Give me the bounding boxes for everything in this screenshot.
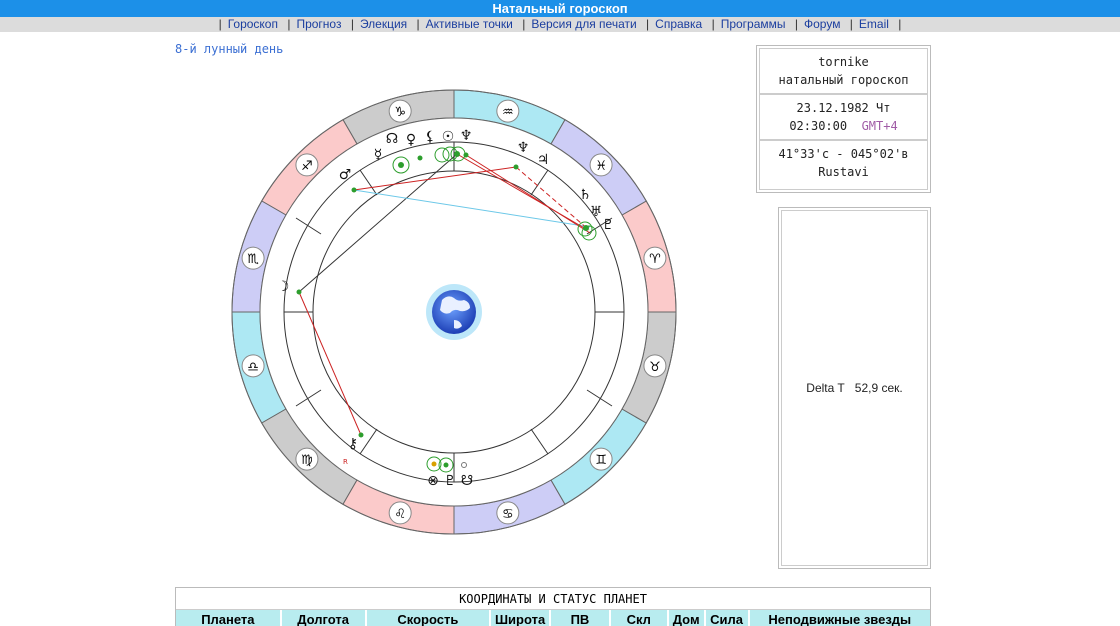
mercury-icon: ☿ — [374, 147, 383, 163]
aries-icon: ♈ — [649, 252, 661, 267]
south-node-icon: ☋ — [461, 473, 473, 489]
header-fixed-stars: Неподвижные звезды — [768, 612, 912, 626]
libra-icon: ♎ — [247, 360, 259, 375]
lilith-icon: ⚸ — [425, 129, 435, 145]
delta-t-box: Delta T 52,9 сек. — [778, 207, 931, 569]
uranus-icon: ♅ — [590, 204, 603, 220]
retrograde-marker: R — [343, 458, 348, 466]
menu-item-print-version[interactable]: Версия для печати — [531, 17, 636, 31]
chiron-icon: ⚷ — [348, 436, 358, 452]
menu-item-forecast[interactable]: Прогноз — [296, 17, 341, 31]
leo-icon: ♌ — [394, 507, 406, 522]
pluto-icon: ♇ — [602, 217, 615, 233]
menu-item-election[interactable]: Элекция — [360, 17, 407, 31]
main-menu: | Гороскоп | Прогноз | Элекция | Активные то… — [0, 17, 1120, 32]
gemini-icon: ♊ — [595, 453, 607, 468]
aquarius-icon: ♒ — [502, 105, 514, 120]
chart-info-box: tornike натальный гороскоп 23.12.1982 Чт… — [756, 45, 931, 193]
header-latitude: Широта — [491, 610, 552, 626]
natal-chart-wheel: ♒ ♑ ♐ ♏ ♎ ♍ ♌ ♋ ♊ ♉ ♈ ♓ ♇♅♄♃☿ ♆☉⚸♀ ♆☊♂☽⚷⊗ ♇ ☋R — [231, 89, 677, 535]
planet-coordinates-table: КООРДИНАТЫ И СТАТУС ПЛАНЕТ Планета Долго… — [175, 587, 931, 626]
north-node-icon: ☊ — [386, 131, 398, 147]
header-pv: ПВ — [551, 610, 611, 626]
lunar-day-label: 8-й лунный день — [175, 42, 284, 56]
menu-item-programs[interactable]: Программы — [721, 17, 786, 31]
birth-time: 02:30:00 — [789, 119, 848, 133]
mars-icon: ♂ — [339, 167, 352, 183]
selena-icon: ♆ — [460, 128, 473, 144]
delta-t-value: 52,9 сек. — [854, 381, 903, 395]
timezone: GMT+4 — [861, 119, 898, 133]
taurus-icon: ♉ — [649, 360, 661, 375]
neptune-icon: ♆ — [517, 140, 530, 156]
menu-item-horoscope[interactable]: Гороскоп — [228, 17, 278, 31]
moon-icon: ☽ — [277, 279, 290, 295]
menu-item-email[interactable]: Email — [859, 17, 889, 31]
saturn-icon: ♄ — [579, 187, 592, 203]
birth-coordinates: 41°33'с - 045°02'в — [778, 147, 909, 161]
table-caption: КООРДИНАТЫ И СТАТУС ПЛАНЕТ — [176, 588, 930, 610]
menu-item-active-points[interactable]: Активные точки — [426, 17, 513, 31]
cancer-icon: ♋ — [502, 507, 514, 522]
capricorn-icon: ♑ — [394, 105, 406, 120]
menu-item-forum[interactable]: Форум — [804, 17, 840, 31]
header-longitude: Долгота — [282, 610, 367, 626]
pisces-icon: ♓ — [595, 159, 607, 174]
sagittarius-icon: ♐ — [301, 159, 313, 174]
birth-date: 23.12.1982 Чт — [796, 101, 891, 115]
header-declination: Скл — [611, 610, 669, 626]
header-speed: Скорость — [367, 610, 492, 626]
jupiter-icon: ♃ — [537, 152, 550, 168]
birth-city: Rustavi — [818, 165, 869, 179]
scorpio-icon: ♏ — [247, 252, 259, 267]
header-strength: Сила — [706, 610, 750, 626]
menu-item-help[interactable]: Справка — [655, 17, 702, 31]
virgo-icon: ♍ — [301, 453, 313, 468]
subject-name: tornike — [818, 55, 869, 69]
part-of-fortune-icon: ⊗ — [427, 473, 439, 489]
earth-globe — [426, 284, 482, 340]
venus-icon: ♀ — [406, 132, 416, 148]
sun-icon: ☉ — [442, 129, 455, 145]
chart-type: натальный гороскоп — [778, 73, 909, 87]
delta-t-label: Delta T — [806, 381, 845, 395]
page-title: Натальный гороскоп — [0, 0, 1120, 17]
table-header-row: Планета Долгота Скорость Широта ПВ Скл Д… — [176, 610, 930, 626]
header-house: Дом — [669, 610, 706, 626]
header-planet: Планета — [176, 610, 282, 626]
rahu-icon: ♇ — [444, 473, 457, 489]
